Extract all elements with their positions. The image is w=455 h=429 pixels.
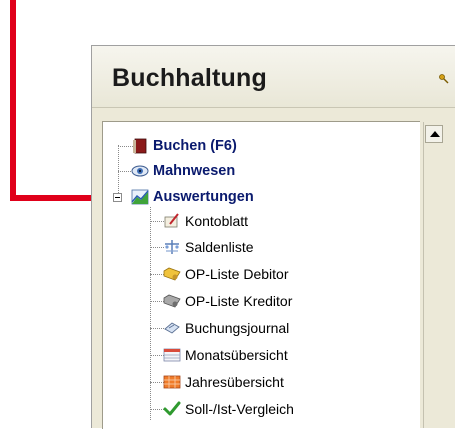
year-table-icon: [163, 375, 181, 389]
tree-line-child: [150, 221, 164, 222]
tree-item-mahnwesen[interactable]: Mahnwesen: [131, 160, 235, 182]
annotation-arrow-horizontal: [10, 195, 96, 201]
tree-item-buchen[interactable]: Buchen (F6): [131, 135, 237, 157]
tree-item-label: Buchungsjournal: [185, 320, 290, 336]
tree-line-children: [150, 207, 151, 420]
panel-title: Buchhaltung: [112, 64, 267, 92]
tree-item-label: Auswertungen: [153, 189, 254, 205]
tree-item-kontoblatt[interactable]: Kontoblatt: [163, 210, 248, 232]
creditor-folder-icon: [163, 294, 181, 308]
tree-line-child: [150, 328, 164, 329]
tree-line-child: [150, 301, 164, 302]
tree-item-label: OP-Liste Kreditor: [185, 293, 293, 309]
tree-item-op-liste-debitor[interactable]: OP-Liste Debitor: [163, 263, 288, 285]
key-icon[interactable]: [439, 74, 449, 84]
tree-item-label: Kontoblatt: [185, 213, 249, 229]
chart-icon: [131, 189, 149, 205]
tree-line-child: [150, 409, 164, 410]
tree-line-child: [150, 274, 164, 275]
collapse-toggle[interactable]: [113, 193, 122, 202]
tree-item-auswertungen[interactable]: Auswertungen: [131, 186, 254, 208]
tree-item-label: Monatsübersicht: [185, 347, 288, 363]
tree-item-jahresuebersicht[interactable]: Jahresübersicht: [163, 371, 284, 393]
annotation-arrow-vertical: [10, 0, 16, 201]
ledger-pen-icon: [164, 213, 179, 228]
eye-icon: [131, 165, 149, 177]
journal-icon: [164, 322, 180, 334]
balance-icon: [165, 240, 179, 254]
month-table-icon: [163, 348, 181, 362]
tree-item-buchungsjournal[interactable]: Buchungsjournal: [163, 317, 289, 339]
tree-item-monatsuebersicht[interactable]: Monatsübersicht: [163, 344, 288, 366]
tree-line-child: [150, 382, 164, 383]
tree-item-label: Mahnwesen: [153, 163, 236, 179]
tree-item-label: OP-Liste Debitor: [185, 266, 289, 282]
tree-item-label: Buchen (F6): [153, 138, 237, 154]
debtor-folder-icon: [163, 267, 181, 281]
tree-line-child: [150, 355, 164, 356]
tree-item-label: Soll-/Ist-Vergleich: [185, 401, 294, 417]
tree-line-child: [150, 247, 164, 248]
panel-header: Buchhaltung: [92, 46, 455, 108]
scroll-up-button[interactable]: [425, 125, 443, 143]
tree-scrollbar[interactable]: [423, 122, 444, 428]
tree-item-label: Saldenliste: [185, 239, 254, 255]
tree-item-soll-ist-vergleich[interactable]: Soll-/Ist-Vergleich: [163, 398, 294, 420]
tree-item-op-liste-kreditor[interactable]: OP-Liste Kreditor: [163, 290, 292, 312]
book-icon: [133, 138, 147, 154]
tree-item-label: Jahresübersicht: [185, 374, 284, 390]
tree-item-saldenliste[interactable]: Saldenliste: [163, 236, 254, 258]
checkmark-icon: [163, 401, 181, 416]
